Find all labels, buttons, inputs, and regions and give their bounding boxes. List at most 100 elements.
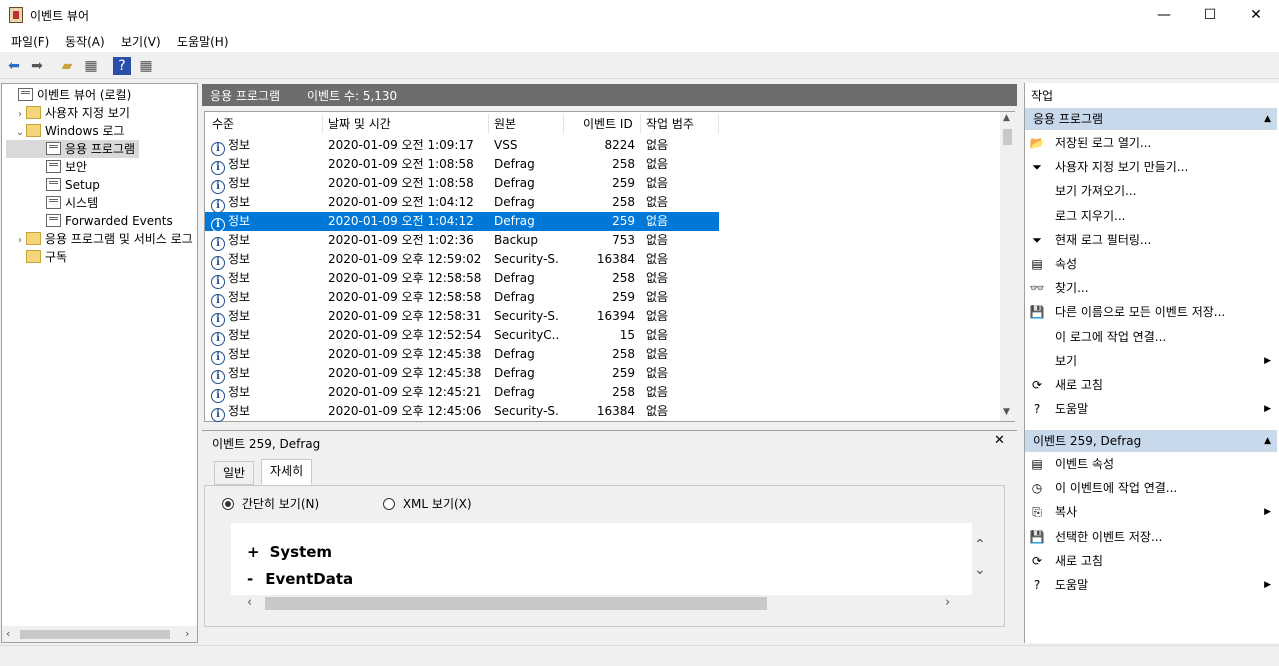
menu-file[interactable]: 파일(F) [11, 33, 49, 50]
scroll-up-icon[interactable]: ⌃ [974, 537, 986, 553]
table-row[interactable]: i 정보 2020-01-09 오후 12:59:02 Security-S... 16… [205, 250, 719, 270]
table-row[interactable]: i 정보 2020-01-09 오후 12:45:21 Defrag 258 없음 [205, 383, 719, 403]
category-cell: 없음 [646, 157, 669, 171]
maximize-button[interactable]: ☐ [1187, 0, 1233, 30]
source-cell: VSS [494, 138, 518, 152]
tree-item[interactable]: Setup [6, 176, 195, 194]
event-list-vertical-scrollbar[interactable]: ▲ ▼ [1000, 112, 1015, 421]
table-row[interactable]: i 정보 2020-01-09 오전 1:09:17 VSS 8224 없음 [205, 136, 719, 156]
action-item[interactable]: ⟳ 새로 고침 [1029, 373, 1275, 397]
action-item[interactable]: ? 도움말 ▶ [1029, 397, 1275, 421]
table-row[interactable]: i 정보 2020-01-09 오후 12:45:06 Security-S... 16… [205, 402, 719, 422]
action-item[interactable]: ? 도움말 ▶ [1029, 573, 1275, 597]
action-item[interactable]: 💾 선택한 이벤트 저장... [1029, 525, 1275, 549]
tree-item[interactable]: 이벤트 뷰어 (로컬) [6, 86, 195, 104]
eventdata-node[interactable]: - EventData [247, 570, 353, 588]
table-row[interactable]: i 정보 2020-01-09 오후 12:58:31 Security-S... 16… [205, 307, 719, 327]
action-item[interactable]: 👓 찾기... [1029, 276, 1275, 300]
source-cell: Defrag [494, 290, 535, 304]
column-header-level[interactable]: 수준 [212, 115, 234, 133]
xml-view-radio[interactable]: XML 보기(X) [383, 495, 472, 512]
action-item[interactable]: ▤ 속성 [1029, 252, 1275, 276]
event-id-cell: 753 [612, 233, 635, 247]
folder-icon [26, 232, 41, 245]
category-cell: 없음 [646, 195, 669, 209]
action-item[interactable]: 보기 ▶ [1029, 349, 1275, 373]
friendly-view-radio[interactable]: 간단히 보기(N) [222, 495, 319, 512]
table-row[interactable]: i 정보 2020-01-09 오전 1:08:58 Defrag 258 없음 [205, 155, 719, 175]
column-header-date[interactable]: 날짜 및 시간 [328, 115, 391, 133]
tree-item-label: 사용자 지정 보기 [45, 106, 130, 120]
action-item[interactable]: ▤ 이벤트 속성 [1029, 452, 1275, 476]
column-header-task-category[interactable]: 작업 범주 [646, 115, 694, 133]
minimize-button[interactable]: — [1141, 0, 1187, 30]
action-item[interactable]: ⏷ 현재 로그 필터링... [1029, 228, 1275, 252]
menu-action[interactable]: 동작(A) [65, 33, 105, 50]
tree-item[interactable]: 시스템 [6, 194, 195, 212]
category-cell: 없음 [646, 233, 669, 247]
table-row[interactable]: i 정보 2020-01-09 오후 12:58:58 Defrag 259 없음 [205, 288, 719, 308]
folder-icon [26, 124, 41, 137]
forward-arrow-icon[interactable]: ➡ [28, 57, 46, 75]
actions-section-application[interactable]: 응용 프로그램 ▲ [1025, 108, 1277, 130]
tree-item[interactable]: › 사용자 지정 보기 [6, 104, 195, 122]
table-row[interactable]: i 정보 2020-01-09 오후 12:52:54 SecurityC... 15 없… [205, 326, 719, 346]
table-row[interactable]: i 정보 2020-01-09 오후 12:45:38 Defrag 259 없음 [205, 364, 719, 384]
close-button[interactable]: ✕ [1233, 0, 1279, 30]
tree-item[interactable]: 응용 프로그램 [6, 140, 140, 158]
table-row[interactable]: i 정보 2020-01-09 오전 1:08:58 Defrag 259 없음 [205, 174, 719, 194]
level-cell: 정보 [228, 385, 251, 399]
tree-item[interactable]: 보안 [6, 158, 195, 176]
menu-help[interactable]: 도움말(H) [177, 33, 229, 50]
table-row[interactable]: i 정보 2020-01-09 오후 12:58:58 Defrag 258 없음 [205, 269, 719, 289]
event-data-horizontal-scrollbar[interactable]: ‹ › [245, 595, 960, 612]
action-item[interactable]: 보기 가져오기... [1029, 179, 1275, 203]
tree-horizontal-scrollbar[interactable]: ‹ › [2, 626, 197, 642]
action-label: 도움말 [1055, 402, 1089, 417]
tree-item[interactable]: › 응용 프로그램 및 서비스 로그 [6, 230, 195, 248]
show-hide-action-pane-icon[interactable]: ▦ [137, 57, 155, 75]
action-item[interactable]: ⟳ 새로 고침 [1029, 549, 1275, 573]
tab-details[interactable]: 자세히 [261, 459, 313, 485]
source-cell: Defrag [494, 157, 535, 171]
table-row[interactable]: i 정보 2020-01-09 오전 1:04:12 Defrag 258 없음 [205, 193, 719, 213]
level-cell: 정보 [228, 309, 251, 323]
scroll-down-icon[interactable]: ⌄ [974, 562, 986, 578]
actions-section-event[interactable]: 이벤트 259, Defrag ▲ [1025, 430, 1277, 452]
date-cell: 2020-01-09 오후 12:58:58 [328, 290, 482, 304]
level-cell: 정보 [228, 290, 251, 304]
action-item[interactable]: ⎘ 복사 ▶ [1029, 500, 1275, 524]
menu-view[interactable]: 보기(V) [121, 33, 161, 50]
tree-item[interactable]: ⌄ Windows 로그 [6, 122, 195, 140]
tab-general[interactable]: 일반 [214, 461, 255, 485]
column-header-source[interactable]: 원본 [494, 115, 516, 133]
column-header-event-id[interactable]: 이벤트 ID [583, 115, 633, 133]
level-cell: 정보 [228, 214, 251, 228]
action-item[interactable]: ◷ 이 이벤트에 작업 연결... [1029, 476, 1275, 500]
log-header: 응용 프로그램 이벤트 수: 5,130 [202, 84, 1017, 106]
action-item[interactable]: 💾 다른 이름으로 모든 이벤트 저장... [1029, 300, 1275, 324]
table-row[interactable]: i 정보 2020-01-09 오전 1:04:12 Defrag 259 없음 [205, 212, 719, 232]
collapse-arrow-icon: ▲ [1264, 114, 1271, 124]
system-node[interactable]: + System [247, 543, 332, 561]
tree-item[interactable]: 구독 [6, 248, 195, 266]
submenu-arrow-icon: ▶ [1264, 580, 1271, 590]
table-row[interactable]: i 정보 2020-01-09 오후 12:45:38 Defrag 258 없음 [205, 345, 719, 365]
close-detail-icon[interactable]: ✕ [994, 433, 1005, 448]
source-cell: SecurityC... [494, 328, 560, 342]
action-item[interactable]: ⏷ 사용자 지정 보기 만들기... [1029, 155, 1275, 179]
action-item[interactable]: 로그 지우기... [1029, 204, 1275, 228]
table-row[interactable]: i 정보 2020-01-09 오전 1:02:36 Backup 753 없음 [205, 231, 719, 251]
level-cell: 정보 [228, 404, 251, 418]
help-icon[interactable]: ? [113, 57, 131, 75]
action-item[interactable]: 이 로그에 작업 연결... [1029, 325, 1275, 349]
show-hide-tree-icon[interactable]: ▦ [82, 57, 100, 75]
tree-item[interactable]: Forwarded Events [6, 212, 195, 230]
back-arrow-icon[interactable]: ⬅ [5, 57, 23, 75]
information-icon: i [211, 370, 225, 384]
action-icon: ◷ [1031, 481, 1043, 496]
action-item[interactable]: 📂 저장된 로그 열기... [1029, 131, 1275, 155]
event-id-cell: 16384 [596, 404, 635, 418]
log-icon [46, 196, 61, 209]
up-folder-icon[interactable]: ▰ [58, 57, 76, 75]
